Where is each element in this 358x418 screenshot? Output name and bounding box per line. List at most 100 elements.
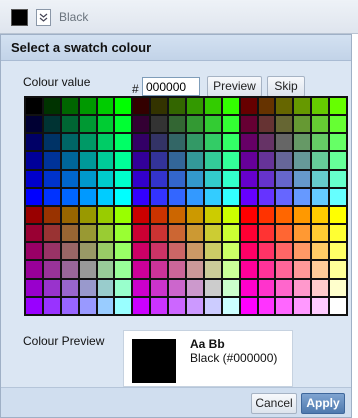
colour-swatch[interactable] — [203, 97, 222, 116]
colour-swatch[interactable] — [239, 151, 258, 170]
colour-swatch[interactable] — [114, 187, 133, 206]
colour-swatch[interactable] — [96, 242, 115, 261]
colour-swatch[interactable] — [78, 133, 97, 152]
colour-swatch[interactable] — [221, 169, 240, 188]
colour-swatch[interactable] — [60, 169, 79, 188]
colour-swatch[interactable] — [257, 151, 276, 170]
colour-swatch[interactable] — [168, 224, 186, 243]
colour-swatch[interactable] — [239, 224, 258, 243]
colour-swatch[interactable] — [60, 278, 79, 297]
colour-swatch[interactable] — [78, 115, 97, 134]
colour-swatch[interactable] — [132, 205, 151, 225]
colour-swatch[interactable] — [114, 242, 133, 261]
colour-swatch[interactable] — [96, 260, 115, 279]
colour-swatch[interactable] — [132, 278, 151, 297]
colour-swatch[interactable] — [275, 151, 294, 170]
colour-swatch[interactable] — [114, 151, 133, 170]
colour-swatch[interactable] — [114, 205, 133, 225]
colour-swatch[interactable] — [275, 278, 294, 297]
colour-swatch[interactable] — [257, 115, 276, 134]
colour-swatch[interactable] — [257, 205, 276, 225]
colour-swatch[interactable] — [311, 151, 330, 170]
colour-swatch[interactable] — [293, 97, 312, 116]
colour-swatch[interactable] — [329, 278, 347, 297]
colour-swatch[interactable] — [257, 296, 276, 315]
colour-swatch[interactable] — [132, 224, 151, 243]
colour-swatch[interactable] — [60, 133, 79, 152]
cancel-button[interactable]: Cancel — [251, 393, 297, 414]
colour-swatch[interactable] — [150, 296, 169, 315]
colour-swatch[interactable] — [275, 224, 294, 243]
apply-button[interactable]: Apply — [301, 393, 345, 414]
colour-swatch[interactable] — [60, 151, 79, 170]
colour-swatch[interactable] — [60, 97, 79, 116]
colour-swatch[interactable] — [239, 97, 258, 116]
colour-swatch[interactable] — [293, 205, 312, 225]
colour-swatch[interactable] — [311, 115, 330, 134]
colour-swatch[interactable] — [78, 278, 97, 297]
colour-swatch[interactable] — [25, 151, 43, 170]
colour-swatch[interactable] — [221, 224, 240, 243]
colour-swatch[interactable] — [275, 205, 294, 225]
colour-swatch[interactable] — [203, 151, 222, 170]
colour-swatch[interactable] — [221, 260, 240, 279]
colour-swatch[interactable] — [311, 296, 330, 315]
colour-swatch[interactable] — [150, 205, 169, 225]
colour-swatch[interactable] — [293, 133, 312, 152]
colour-swatch[interactable] — [221, 187, 240, 206]
colour-swatch[interactable] — [42, 296, 61, 315]
colour-swatch[interactable] — [132, 260, 151, 279]
colour-swatch[interactable] — [25, 224, 43, 243]
colour-swatch[interactable] — [168, 187, 186, 206]
colour-swatch[interactable] — [114, 260, 133, 279]
colour-value-input[interactable] — [142, 77, 200, 96]
colour-swatch[interactable] — [60, 296, 79, 315]
colour-swatch[interactable] — [203, 242, 222, 261]
colour-swatch[interactable] — [25, 133, 43, 152]
colour-swatch[interactable] — [132, 242, 151, 261]
colour-swatch[interactable] — [168, 278, 186, 297]
colour-swatch[interactable] — [275, 187, 294, 206]
colour-swatch[interactable] — [257, 224, 276, 243]
colour-swatch[interactable] — [186, 278, 204, 297]
colour-swatch[interactable] — [203, 133, 222, 152]
colour-swatch[interactable] — [221, 205, 240, 225]
colour-swatch[interactable] — [78, 187, 97, 206]
colour-swatch[interactable] — [186, 151, 204, 170]
colour-swatch[interactable] — [114, 296, 133, 315]
colour-swatch[interactable] — [221, 278, 240, 297]
colour-swatch[interactable] — [132, 133, 151, 152]
colour-swatch[interactable] — [257, 260, 276, 279]
preview-button[interactable]: Preview — [207, 76, 262, 97]
colour-swatch[interactable] — [132, 296, 151, 315]
colour-swatch[interactable] — [239, 260, 258, 279]
colour-swatch[interactable] — [42, 205, 61, 225]
colour-swatch[interactable] — [42, 115, 61, 134]
colour-swatch[interactable] — [150, 133, 169, 152]
colour-swatch[interactable] — [329, 205, 347, 225]
colour-swatch[interactable] — [78, 205, 97, 225]
colour-swatch[interactable] — [42, 151, 61, 170]
colour-swatch[interactable] — [42, 224, 61, 243]
colour-swatch[interactable] — [96, 224, 115, 243]
colour-swatch[interactable] — [132, 115, 151, 134]
colour-swatch[interactable] — [221, 115, 240, 134]
colour-swatch[interactable] — [42, 169, 61, 188]
colour-swatch[interactable] — [186, 169, 204, 188]
colour-swatch[interactable] — [186, 260, 204, 279]
colour-swatch[interactable] — [257, 169, 276, 188]
colour-swatch[interactable] — [60, 115, 79, 134]
colour-swatch[interactable] — [42, 133, 61, 152]
colour-swatch[interactable] — [168, 205, 186, 225]
colour-swatch[interactable] — [239, 187, 258, 206]
colour-swatch[interactable] — [78, 260, 97, 279]
colour-swatch[interactable] — [186, 133, 204, 152]
colour-swatch[interactable] — [96, 151, 115, 170]
colour-swatch[interactable] — [42, 242, 61, 261]
colour-swatch[interactable] — [311, 187, 330, 206]
current-colour-swatch[interactable] — [11, 9, 28, 26]
colour-swatch[interactable] — [257, 97, 276, 116]
colour-swatch[interactable] — [311, 278, 330, 297]
colour-swatch[interactable] — [186, 187, 204, 206]
colour-swatch[interactable] — [25, 97, 43, 116]
